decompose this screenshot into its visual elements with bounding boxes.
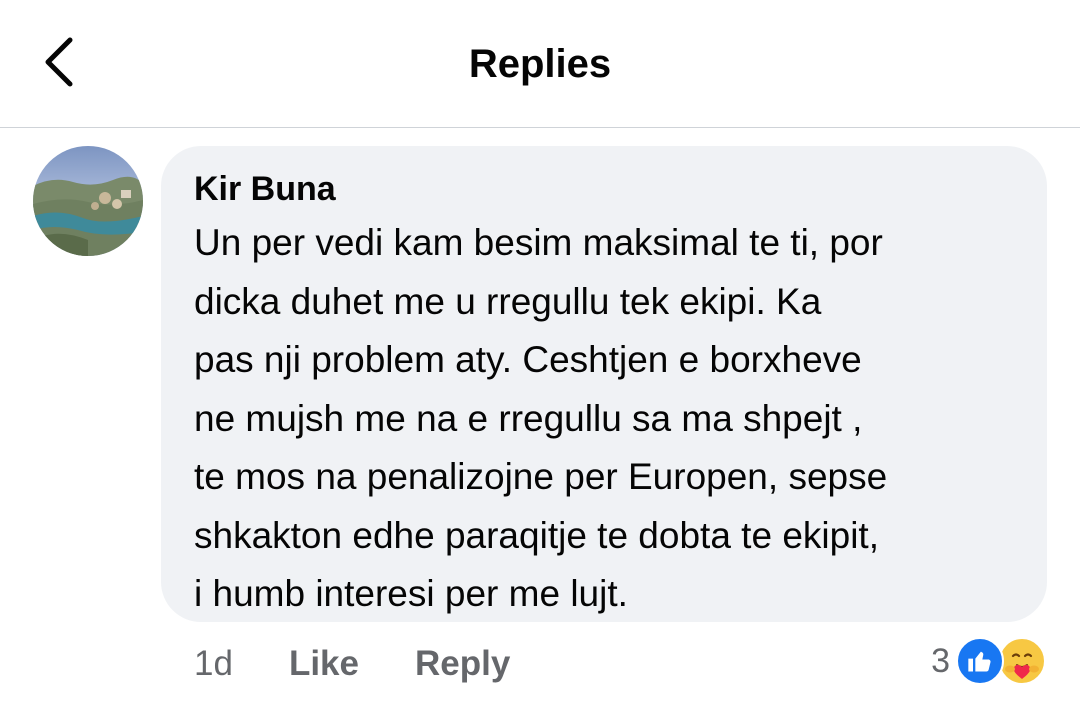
reply-button[interactable]: Reply <box>415 640 510 688</box>
comment-author[interactable]: Kir Buna <box>194 168 1015 210</box>
reaction-summary[interactable]: 3 <box>931 636 1046 686</box>
comment-bubble: Kir Buna Un per vedi kam besim maksimal … <box>161 146 1047 622</box>
like-button[interactable]: Like <box>289 640 359 688</box>
like-reaction-icon <box>956 637 1004 685</box>
header-bar: Replies <box>0 0 1080 128</box>
comment-text: Un per vedi kam besim maksimal te ti, po… <box>194 222 888 614</box>
care-reaction-icon <box>998 637 1046 685</box>
comment-timestamp[interactable]: 1d <box>194 640 233 688</box>
avatar-image <box>33 146 143 256</box>
replies-screen: Replies Kir Buna Un per vedi kam besim m <box>0 0 1080 708</box>
avatar[interactable] <box>33 146 143 256</box>
page-title: Replies <box>468 42 612 86</box>
comment-actions: 1d Like Reply <box>194 640 510 688</box>
reaction-count: 3 <box>931 642 950 680</box>
